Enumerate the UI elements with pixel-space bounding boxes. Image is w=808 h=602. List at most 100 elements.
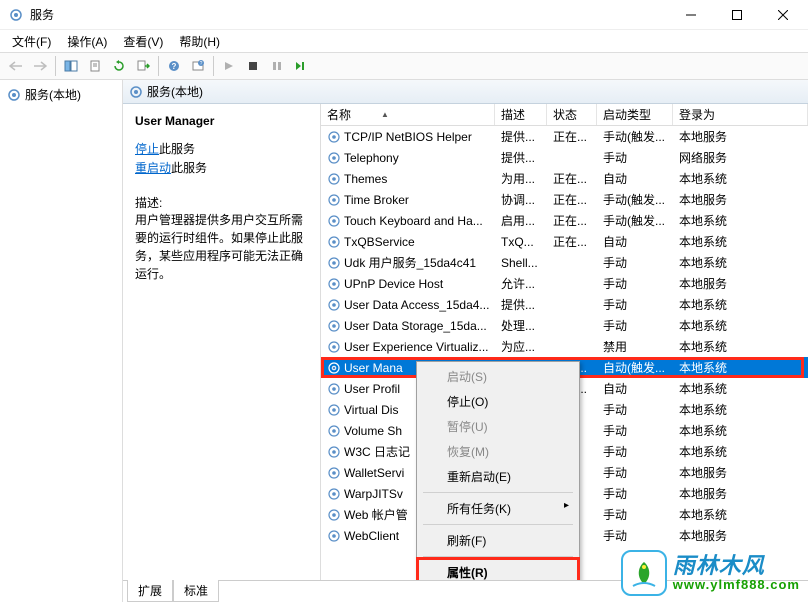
tree-pane: 服务(本地)	[0, 80, 123, 602]
service-list: 名称▲ 描述 状态 启动类型 登录为 TCP/IP NetBIOS Helper…	[321, 104, 808, 580]
context-refresh[interactable]: 刷新(F)	[419, 528, 577, 553]
stop-service-button[interactable]	[242, 55, 264, 77]
context-resume[interactable]: 恢复(M)	[419, 439, 577, 464]
service-start-cell: 手动	[597, 422, 673, 439]
stop-service-link-row: 停止此服务	[135, 140, 308, 157]
service-login-cell: 本地系统	[673, 212, 808, 229]
svg-text:?: ?	[200, 61, 203, 67]
detail-area: User Manager 停止此服务 重启动此服务 描述: 用户管理器提供多用户…	[123, 104, 808, 580]
watermark-url: www.ylmf888.com	[673, 578, 800, 592]
service-start-cell: 禁用	[597, 338, 673, 355]
properties-button[interactable]	[84, 55, 106, 77]
service-start-cell: 手动	[597, 317, 673, 334]
service-start-cell: 自动(触发...	[597, 359, 673, 376]
column-name[interactable]: 名称▲	[321, 104, 495, 125]
service-name-cell: User Data Storage_15da...	[344, 319, 487, 333]
service-icon	[327, 319, 341, 333]
service-name-cell: UPnP Device Host	[344, 277, 443, 291]
tab-standard[interactable]: 标准	[173, 580, 219, 602]
service-desc-cell: 为用...	[495, 170, 547, 187]
restart-service-button[interactable]	[290, 55, 312, 77]
service-row[interactable]: UPnP Device Host允许...手动本地服务	[321, 273, 808, 294]
stop-suffix: 此服务	[159, 142, 195, 156]
service-desc-cell: 协调...	[495, 191, 547, 208]
service-desc-cell: TxQ...	[495, 235, 547, 249]
service-icon	[327, 361, 341, 375]
context-properties[interactable]: 属性(R)	[419, 560, 577, 580]
start-service-button[interactable]	[218, 55, 240, 77]
menu-help[interactable]: 帮助(H)	[171, 31, 228, 52]
column-state[interactable]: 状态	[547, 104, 597, 125]
maximize-button[interactable]	[714, 0, 760, 30]
service-row[interactable]: User Experience Virtualiz...为应...禁用本地系统	[321, 336, 808, 357]
column-headers: 名称▲ 描述 状态 启动类型 登录为	[321, 104, 808, 126]
content-pane: 服务(本地) User Manager 停止此服务 重启动此服务 描述: 用户管…	[123, 80, 808, 602]
stop-link[interactable]: 停止	[135, 142, 159, 156]
menu-action[interactable]: 操作(A)	[59, 31, 115, 52]
service-login-cell: 本地系统	[673, 317, 808, 334]
service-row[interactable]: User Data Access_15da4...提供...手动本地系统	[321, 294, 808, 315]
context-all-tasks[interactable]: 所有任务(K)	[419, 496, 577, 521]
column-start[interactable]: 启动类型	[597, 104, 673, 125]
panel-title: 服务(本地)	[147, 83, 203, 100]
service-name: User Manager	[135, 114, 308, 128]
service-name-cell: Virtual Dis	[344, 403, 398, 417]
service-login-cell: 本地系统	[673, 506, 808, 523]
restart-link[interactable]: 重启动	[135, 161, 171, 175]
service-desc-cell: 提供...	[495, 149, 547, 166]
service-name-cell: Themes	[344, 172, 387, 186]
service-login-cell: 网络服务	[673, 149, 808, 166]
help-view-button[interactable]: ?	[187, 55, 209, 77]
column-login[interactable]: 登录为	[673, 104, 808, 125]
service-start-cell: 自动	[597, 380, 673, 397]
service-login-cell: 本地系统	[673, 233, 808, 250]
service-login-cell: 本地系统	[673, 359, 808, 376]
menu-view[interactable]: 查看(V)	[115, 31, 171, 52]
service-row[interactable]: Touch Keyboard and Ha...启用...正在...手动(触发.…	[321, 210, 808, 231]
service-name-cell: Volume Sh	[344, 424, 402, 438]
refresh-button[interactable]	[108, 55, 130, 77]
service-icon	[327, 466, 341, 480]
service-row[interactable]: Themes为用...正在...自动本地系统	[321, 168, 808, 189]
workspace: 服务(本地) 服务(本地) User Manager 停止此服务 重启动此服务 …	[0, 80, 808, 602]
menu-file[interactable]: 文件(F)	[4, 31, 59, 52]
service-desc-cell: 为应...	[495, 338, 547, 355]
context-start[interactable]: 启动(S)	[419, 364, 577, 389]
service-row[interactable]: Telephony提供...手动网络服务	[321, 147, 808, 168]
help-button[interactable]: ?	[163, 55, 185, 77]
services-icon	[7, 88, 21, 102]
forward-button[interactable]	[29, 55, 51, 77]
close-button[interactable]	[760, 0, 806, 30]
service-icon	[327, 277, 341, 291]
column-desc[interactable]: 描述	[495, 104, 547, 125]
separator	[55, 56, 56, 76]
service-start-cell: 手动	[597, 464, 673, 481]
service-icon	[327, 193, 341, 207]
context-pause[interactable]: 暂停(U)	[419, 414, 577, 439]
service-name-cell: Udk 用户服务_15da4c41	[344, 254, 476, 271]
service-row[interactable]: TxQBServiceTxQ...正在...自动本地系统	[321, 231, 808, 252]
service-row[interactable]: Time Broker协调...正在...手动(触发...本地服务	[321, 189, 808, 210]
export-button[interactable]	[132, 55, 154, 77]
service-row[interactable]: TCP/IP NetBIOS Helper提供...正在...手动(触发...本…	[321, 126, 808, 147]
back-button[interactable]	[5, 55, 27, 77]
service-start-cell: 手动	[597, 506, 673, 523]
minimize-button[interactable]	[668, 0, 714, 30]
service-row[interactable]: Udk 用户服务_15da4c41Shell...手动本地系统	[321, 252, 808, 273]
context-restart[interactable]: 重新启动(E)	[419, 464, 577, 489]
service-login-cell: 本地系统	[673, 380, 808, 397]
service-login-cell: 本地系统	[673, 401, 808, 418]
service-name-cell: Web 帐户管	[344, 506, 408, 523]
service-name-cell: W3C 日志记	[344, 443, 410, 460]
app-icon	[8, 7, 24, 23]
pause-service-button[interactable]	[266, 55, 288, 77]
show-hide-tree-button[interactable]	[60, 55, 82, 77]
services-icon	[129, 85, 143, 99]
context-stop[interactable]: 停止(O)	[419, 389, 577, 414]
title-bar: 服务	[0, 0, 808, 30]
service-start-cell: 手动	[597, 149, 673, 166]
tab-extended[interactable]: 扩展	[127, 580, 173, 602]
service-state-cell: 正在...	[547, 128, 597, 145]
service-row[interactable]: User Data Storage_15da...处理...手动本地系统	[321, 315, 808, 336]
tree-root-node[interactable]: 服务(本地)	[3, 84, 119, 105]
